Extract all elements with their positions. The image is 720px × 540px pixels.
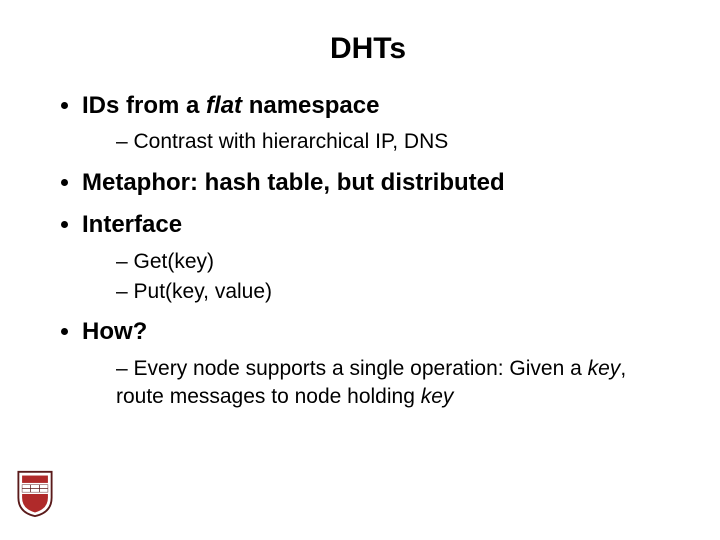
university-crest-icon <box>16 470 54 518</box>
slide-title: DHTs <box>64 32 672 66</box>
text-span: How? <box>82 318 147 345</box>
text-emphasis: flat <box>206 92 242 119</box>
sub-list: Contrast with hierarchical IP, DNS <box>82 128 672 156</box>
text-span: namespace <box>242 92 379 119</box>
sub-bullet: Get(key) <box>116 248 672 276</box>
bullet-ids-flat-namespace: IDs from a flat namespace Contrast with … <box>82 90 672 157</box>
text-span: Every node supports a single operation: … <box>134 357 588 380</box>
sub-bullet: Contrast with hierarchical IP, DNS <box>116 128 672 156</box>
sub-bullet: Every node supports a single operation: … <box>116 355 672 412</box>
bullet-list: IDs from a flat namespace Contrast with … <box>64 90 672 411</box>
bullet-how: How? Every node supports a single operat… <box>82 316 672 411</box>
text-emphasis: key <box>421 385 454 408</box>
sub-list: Get(key) Put(key, value) <box>82 248 672 307</box>
bullet-metaphor: Metaphor: hash table, but distributed <box>82 167 672 199</box>
text-span: IDs from a <box>82 92 206 119</box>
text-span: Interface <box>82 211 182 238</box>
sub-bullet: Put(key, value) <box>116 278 672 306</box>
bullet-interface: Interface Get(key) Put(key, value) <box>82 209 672 306</box>
text-emphasis: key <box>588 357 621 380</box>
sub-list: Every node supports a single operation: … <box>82 355 672 412</box>
highlight-box <box>88 420 588 488</box>
slide: DHTs IDs from a flat namespace Contrast … <box>0 0 720 540</box>
